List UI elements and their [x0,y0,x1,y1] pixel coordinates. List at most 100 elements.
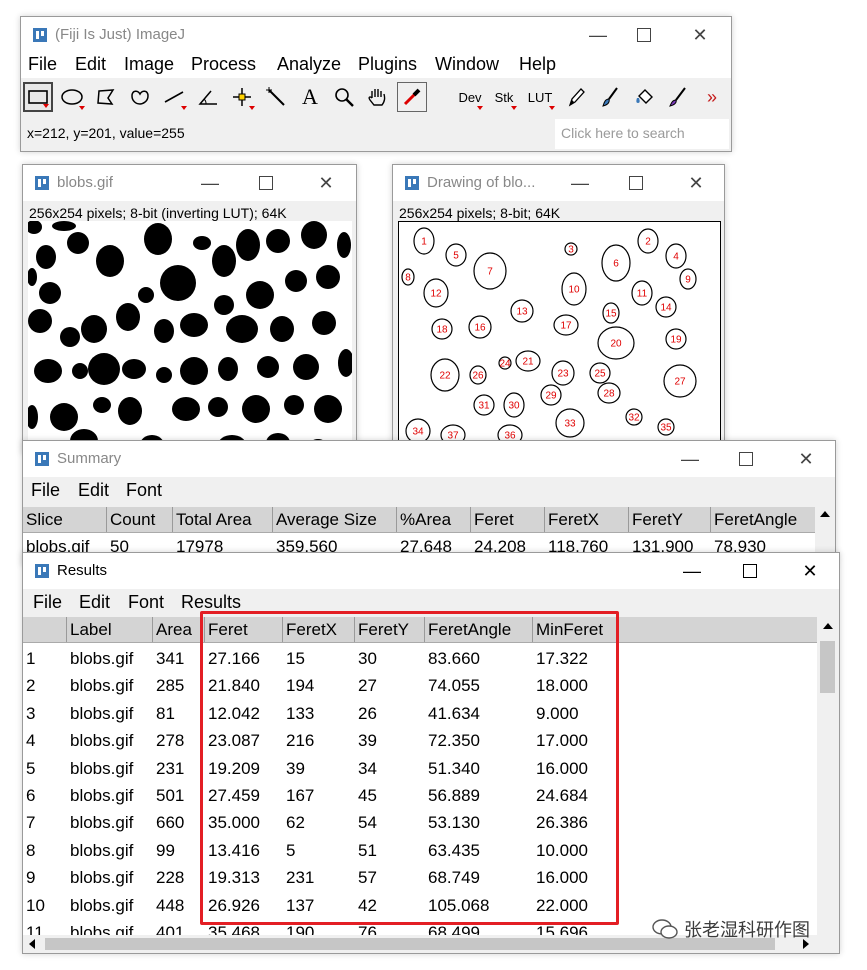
minimize-icon[interactable]: — [587,24,609,46]
minimize-icon[interactable]: — [569,172,591,194]
summary-titlebar[interactable]: Summary — ✕ [23,441,835,477]
lut-menu-button[interactable]: LUT [523,82,557,112]
col-header-feret[interactable]: Feret [471,507,545,532]
cell-minferet: 16.000 [536,758,588,778]
stk-menu-button[interactable]: Stk [489,82,519,112]
maximize-icon[interactable] [633,24,655,46]
menu-process[interactable]: Process [191,54,256,75]
col-header-feret[interactable]: Feret [205,617,283,642]
rectangle-tool-icon[interactable] [23,82,53,112]
minimize-icon[interactable]: — [199,172,221,194]
blob-label: 30 [508,401,520,412]
close-icon[interactable]: ✕ [315,172,337,194]
blobs-titlebar[interactable]: blobs.gif — ✕ [23,165,356,201]
maximize-icon[interactable] [255,172,277,194]
menu-file[interactable]: File [33,592,62,613]
menu-font[interactable]: Font [128,592,164,613]
menu-analyze[interactable]: Analyze [277,54,341,75]
drawing-image[interactable]: 1 2345678 910 111213 141516 171819202122 23242… [398,221,721,451]
col-header-total-area[interactable]: Total Area [173,507,273,532]
drawing-titlebar[interactable]: Drawing of blo... — ✕ [393,165,724,201]
col-header-feretx[interactable]: FeretX [545,507,629,532]
point-tool-icon[interactable] [227,82,257,112]
table-row[interactable]: 6 blobs.gif 501 27.459 167 45 56.889 24.684 [23,782,817,809]
pencil-icon[interactable] [561,82,591,112]
cell-feretangle: 74.055 [428,676,480,696]
menu-plugins[interactable]: Plugins [358,54,417,75]
menu-help[interactable]: Help [519,54,556,75]
maximize-icon[interactable] [739,560,761,582]
table-row[interactable]: 2 blobs.gif 285 21.840 194 27 74.055 18.000 [23,672,817,699]
text-tool-icon[interactable]: A [295,82,325,112]
arrow-brush-icon[interactable] [663,82,693,112]
scroll-left-icon[interactable] [29,939,35,949]
cell-feretx: 231 [286,868,315,888]
col-header-count[interactable]: Count [107,507,173,532]
col-header-percent-area[interactable]: %Area [397,507,471,532]
col-header-label[interactable]: Label [67,617,153,642]
table-row[interactable]: 4 blobs.gif 278 23.087 216 39 72.350 17.000 [23,727,817,754]
col-header-area[interactable]: Area [153,617,205,642]
cell-area: 99 [156,840,175,860]
close-icon[interactable]: ✕ [795,448,817,470]
menu-file[interactable]: File [28,54,57,75]
fiji-icon [33,28,47,42]
paintbrush-icon[interactable] [595,82,625,112]
results-titlebar[interactable]: Results — ✕ [23,553,839,589]
flood-fill-icon[interactable] [629,82,659,112]
close-icon[interactable]: ✕ [799,560,821,582]
wand-tool-icon[interactable] [261,82,291,112]
maximize-icon[interactable] [625,172,647,194]
col-header-feretx[interactable]: FeretX [283,617,355,642]
col-header-average-size[interactable]: Average Size [273,507,397,532]
table-row[interactable]: 8 blobs.gif 99 13.416 5 51 63.435 10.000 [23,837,817,864]
scroll-up-icon[interactable] [823,623,833,629]
menu-edit[interactable]: Edit [75,54,106,75]
close-icon[interactable]: ✕ [685,172,707,194]
results-vertical-scrollbar[interactable] [817,615,839,933]
table-row[interactable]: 5 blobs.gif 231 19.209 39 34 51.340 16.000 [23,755,817,782]
oval-tool-icon[interactable] [57,82,87,112]
cell-label: blobs.gif [70,703,134,723]
scroll-thumb[interactable] [820,641,835,693]
line-tool-icon[interactable] [159,82,189,112]
menu-file[interactable]: File [31,480,60,501]
cell-feret: 35.000 [208,813,260,833]
col-header-slice[interactable]: Slice [23,507,107,532]
menu-window[interactable]: Window [435,54,499,75]
blob-label: 13 [516,307,528,318]
menu-image[interactable]: Image [124,54,174,75]
table-row[interactable]: 1 blobs.gif 341 27.166 15 30 83.660 17.322 [23,645,817,672]
hand-scroll-icon[interactable] [363,82,393,112]
col-header-feretangle[interactable]: FeretAngle [711,507,815,532]
freehand-tool-icon[interactable] [125,82,155,112]
col-header-minferet[interactable]: MinFeret [533,617,619,642]
minimize-icon[interactable]: — [681,560,703,582]
table-row[interactable]: 10 blobs.gif 448 26.926 137 42 105.068 22.000 [23,892,817,919]
table-row[interactable]: 9 blobs.gif 228 19.313 231 57 68.749 16.000 [23,864,817,891]
menu-edit[interactable]: Edit [78,480,109,501]
search-input[interactable]: Click here to search [555,119,729,149]
angle-tool-icon[interactable] [193,82,223,112]
blobs-image[interactable] [28,221,352,451]
minimize-icon[interactable]: — [679,448,701,470]
cell-minferet: 17.322 [536,649,588,668]
color-picker-icon[interactable] [397,82,427,112]
col-header-ferety[interactable]: FeretY [629,507,711,532]
scroll-up-icon[interactable] [820,511,830,517]
magnifier-icon[interactable] [329,82,359,112]
menu-font[interactable]: Font [126,480,162,501]
table-row[interactable]: 7 blobs.gif 660 35.000 62 54 53.130 26.386 [23,809,817,836]
imagej-titlebar[interactable]: (Fiji Is Just) ImageJ — ✕ [21,17,731,53]
maximize-icon[interactable] [735,448,757,470]
menu-results[interactable]: Results [181,592,241,613]
menu-edit[interactable]: Edit [79,592,110,613]
col-header-index[interactable] [23,617,67,642]
col-header-ferety[interactable]: FeretY [355,617,425,642]
table-row[interactable]: 3 blobs.gif 81 12.042 133 26 41.634 9.000 [23,700,817,727]
more-tools-button[interactable]: » [697,82,727,112]
col-header-feretangle[interactable]: FeretAngle [425,617,533,642]
close-icon[interactable]: ✕ [689,24,711,46]
polygon-tool-icon[interactable] [91,82,121,112]
dev-menu-button[interactable]: Dev [455,82,485,112]
